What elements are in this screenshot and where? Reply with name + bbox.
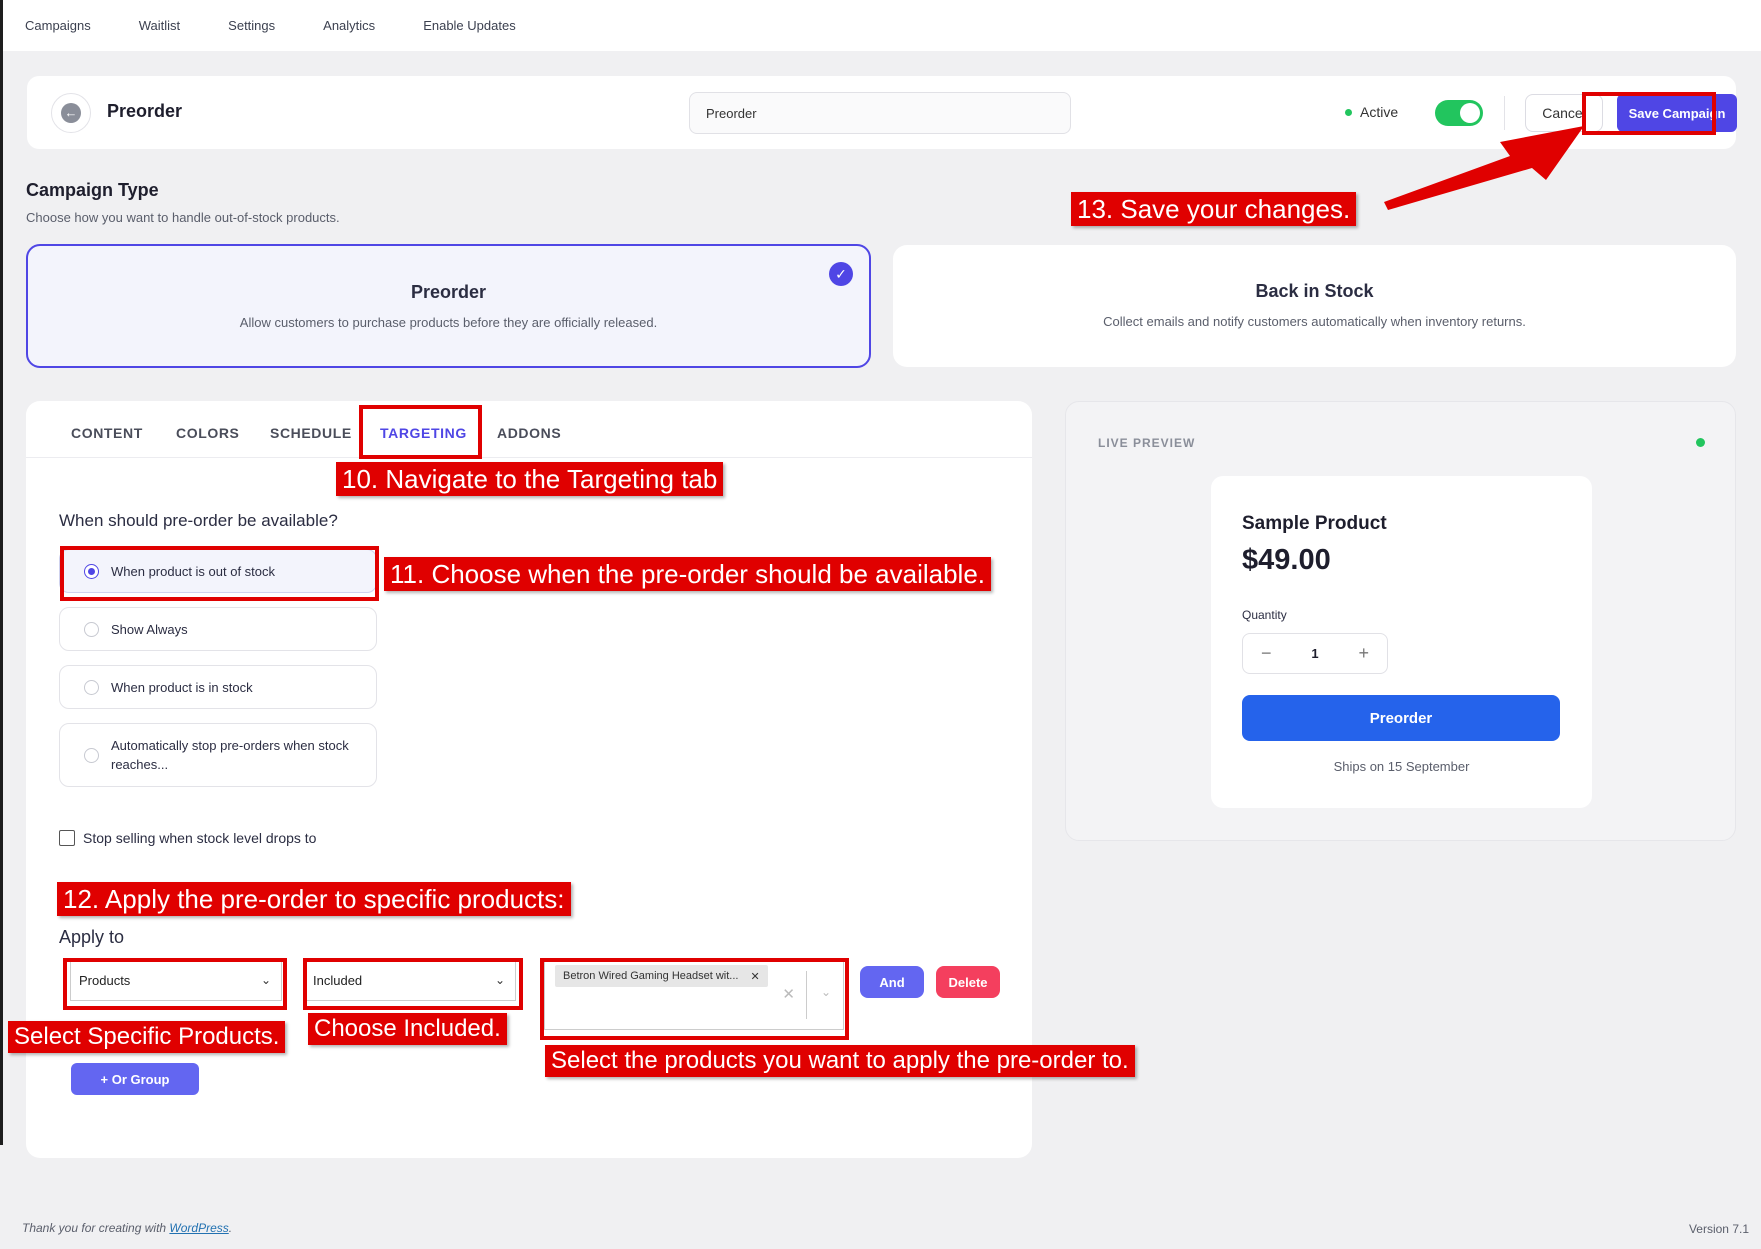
admin-sidebar-edge [0,0,3,1145]
product-name: Sample Product [1242,513,1387,534]
annotation-label-select-products: Select the products you want to apply th… [545,1045,1135,1077]
live-preview-label: LIVE PREVIEW [1098,436,1196,450]
back-button[interactable]: ← [51,93,91,133]
option-label: Automatically stop pre-orders when stock… [111,738,349,772]
option-auto-stop[interactable]: Automatically stop pre-orders when stock… [59,723,377,787]
product-price: $49.00 [1242,544,1331,576]
plus-icon[interactable]: + [1358,643,1369,664]
annotation-box-products [63,958,287,1010]
type-card-preorder[interactable]: ✓ Preorder Allow customers to purchase p… [26,244,871,368]
type-card-desc: Allow customers to purchase products bef… [239,315,658,330]
tab-bar: CONTENT COLORS SCHEDULE TARGETING ADDONS [26,401,1032,459]
stop-selling-label: Stop selling when stock level drops to [83,830,317,846]
tab-addons[interactable]: ADDONS [497,425,561,441]
product-card: Sample Product $49.00 Quantity − 1 + Pre… [1211,476,1592,808]
annotation-label-12: 12. Apply the pre-order to specific prod… [57,882,571,916]
tab-schedule[interactable]: SCHEDULE [270,425,352,441]
preorder-button[interactable]: Preorder [1242,695,1560,741]
footer-text: . [228,1221,233,1235]
or-group-button[interactable]: + Or Group [71,1063,199,1095]
option-label: Show Always [111,621,188,637]
annotation-box-multiselect [540,958,849,1040]
nav-waitlist[interactable]: Waitlist [139,18,180,33]
status-dot-icon [1345,108,1352,116]
nav-enable-updates[interactable]: Enable Updates [423,18,516,33]
annotation-label-11: 11. Choose when the pre-order should be … [384,557,992,591]
apply-to-title: Apply to [59,927,125,947]
nav-campaigns[interactable]: Campaigns [25,18,91,33]
annotation-label-13: 13. Save your changes. [1071,192,1357,226]
version-label: Version 7.1 [1688,1222,1749,1236]
check-icon: ✓ [829,262,853,286]
live-preview-panel: LIVE PREVIEW Sample Product $49.00 Quant… [1065,401,1736,841]
annotation-box-targeting [359,405,482,459]
footer-credit: Thank you for creating with WordPress. [22,1221,232,1235]
tab-content[interactable]: CONTENT [71,425,143,441]
annotation-label-10: 10. Navigate to the Targeting tab [336,462,724,496]
option-in-stock[interactable]: When product is in stock [59,665,377,709]
arrow-left-icon: ← [61,103,81,123]
quantity-label: Quantity [1242,608,1287,622]
radio-icon [84,679,99,695]
footer-text: Thank you for creating with [22,1221,170,1235]
annotation-box-save [1582,92,1716,135]
stop-selling-checkbox-row[interactable]: Stop selling when stock level drops to [59,830,316,846]
option-show-always[interactable]: Show Always [59,607,377,651]
nav-settings[interactable]: Settings [228,18,275,33]
annotation-arrow-icon [1384,126,1584,210]
top-navigation: Campaigns Waitlist Settings Analytics En… [3,0,1761,51]
nav-analytics[interactable]: Analytics [323,18,375,33]
ships-date: Ships on 15 September [1333,759,1470,774]
annotation-label-products: Select Specific Products. [8,1021,286,1053]
option-label: When product is in stock [111,679,253,695]
page-title: Preorder [107,101,183,121]
wordpress-link[interactable]: WordPress [169,1221,228,1235]
campaign-type-title: Campaign Type [26,180,159,200]
type-card-title: Preorder [410,282,487,302]
tab-colors[interactable]: COLORS [176,425,240,441]
annotation-box-option [60,546,379,601]
type-card-desc: Collect emails and notify customers auto… [1103,314,1526,329]
stop-selling-checkbox[interactable] [59,830,75,846]
annotation-label-included: Choose Included. [308,1013,507,1045]
quantity-stepper[interactable]: − 1 + [1242,633,1388,674]
radio-icon [84,747,99,763]
availability-question: When should pre-order be available? [59,511,338,530]
and-button[interactable]: And [860,966,924,998]
live-dot-icon [1696,438,1705,447]
annotation-box-included [303,958,523,1010]
type-card-back-in-stock[interactable]: Back in Stock Collect emails and notify … [893,245,1736,367]
radio-icon [84,621,99,637]
quantity-value: 1 [1311,646,1319,661]
minus-icon[interactable]: − [1261,643,1272,664]
campaign-name-input[interactable] [689,92,1071,134]
delete-button[interactable]: Delete [936,966,1000,998]
campaign-type-subtitle: Choose how you want to handle out-of-sto… [26,210,340,225]
type-card-title: Back in Stock [1255,281,1374,301]
